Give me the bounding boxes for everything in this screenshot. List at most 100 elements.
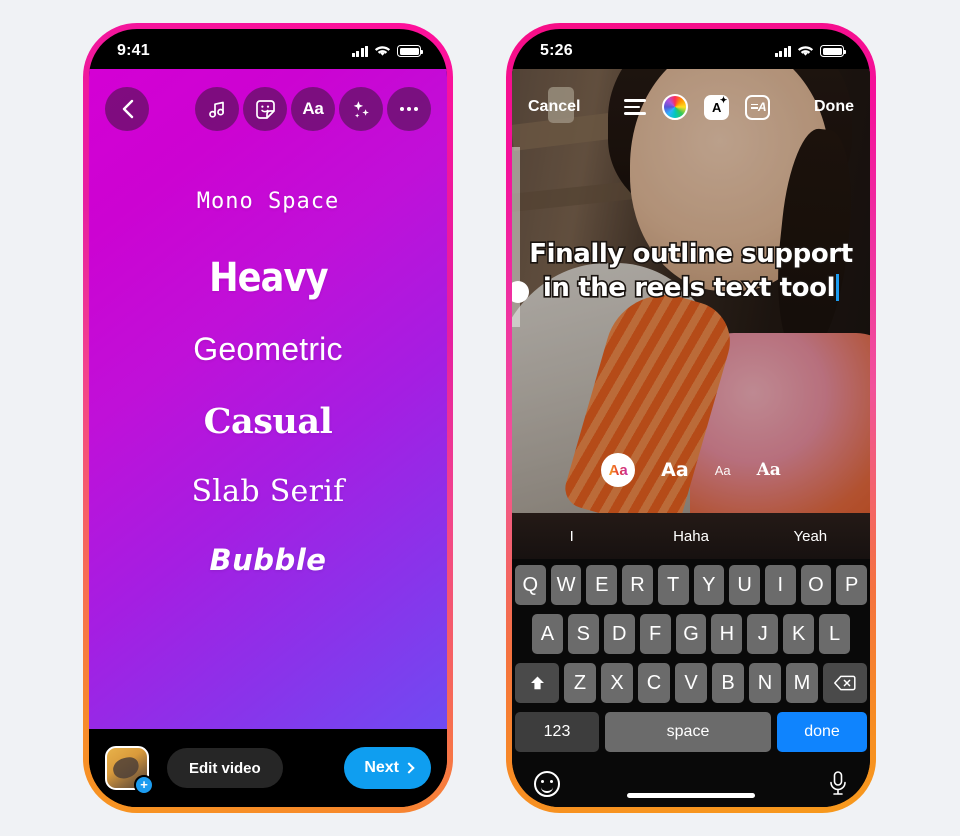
font-option-bubble[interactable]: Bubble <box>210 543 327 577</box>
right-phone-frame: 5:26 Cancel A ✦ A Done Finally outline s… <box>506 23 876 813</box>
emoji-icon[interactable] <box>534 771 560 797</box>
key-c[interactable]: C <box>638 663 670 703</box>
font-option-list: Mono Space Heavy Geometric Casual Slab S… <box>89 189 447 577</box>
key-w[interactable]: W <box>550 565 582 605</box>
keyboard-row-4: 123 space done <box>515 712 867 752</box>
text-tools-group: A ✦ A <box>624 94 771 120</box>
microphone-icon[interactable] <box>828 770 848 798</box>
next-button[interactable]: Next <box>344 747 431 789</box>
text-caret <box>836 274 840 302</box>
text-overlay-line-1: Finally outline support <box>528 237 855 270</box>
keyboard-done-key[interactable]: done <box>777 712 867 752</box>
text-button[interactable]: Aa <box>291 87 335 131</box>
signal-bars-icon <box>351 45 368 57</box>
suggestion-2[interactable]: Haha <box>631 528 750 545</box>
backspace-icon <box>834 675 856 691</box>
font-option-heavy[interactable]: Heavy <box>209 255 328 301</box>
key-z[interactable]: Z <box>564 663 596 703</box>
more-button[interactable] <box>387 87 431 131</box>
key-b[interactable]: B <box>712 663 744 703</box>
key-m[interactable]: M <box>786 663 818 703</box>
left-toolbar: Aa <box>89 87 447 131</box>
key-a[interactable]: A <box>532 614 563 654</box>
edit-video-label: Edit video <box>189 759 261 777</box>
chevron-right-icon <box>403 762 415 774</box>
music-icon <box>209 101 225 118</box>
key-n[interactable]: N <box>749 663 781 703</box>
font-option-casual[interactable]: Casual <box>204 401 333 442</box>
wifi-icon <box>374 46 391 56</box>
font-chip-3[interactable]: Aa <box>715 463 731 478</box>
key-f[interactable]: F <box>639 614 671 654</box>
text-overlay[interactable]: Finally outline support in the reels tex… <box>512 237 870 306</box>
key-h[interactable]: H <box>711 614 743 654</box>
space-key[interactable]: space <box>605 712 771 752</box>
on-screen-keyboard: I Haha Yeah Q W E R T Y U I O P A S D F … <box>512 513 870 807</box>
keyboard-rows: Q W E R T Y U I O P A S D F G H J K L Z … <box>512 559 870 752</box>
status-time: 5:26 <box>540 42 573 59</box>
numbers-key[interactable]: 123 <box>515 712 599 752</box>
key-x[interactable]: X <box>601 663 633 703</box>
wifi-icon <box>797 46 814 56</box>
done-button[interactable]: Done <box>814 98 854 116</box>
key-i[interactable]: I <box>764 565 796 605</box>
shift-icon <box>530 676 544 689</box>
add-media-badge[interactable]: + <box>134 775 154 795</box>
key-q[interactable]: Q <box>514 565 546 605</box>
key-p[interactable]: P <box>836 565 868 605</box>
font-chip-4[interactable]: Aa <box>757 460 781 480</box>
cancel-button[interactable]: Cancel <box>528 98 580 116</box>
suggestion-3[interactable]: Yeah <box>751 528 870 545</box>
battery-icon <box>397 45 424 57</box>
key-g[interactable]: G <box>675 614 707 654</box>
font-option-slab-serif[interactable]: Slab Serif <box>191 474 344 509</box>
suggestion-1[interactable]: I <box>512 528 631 545</box>
key-l[interactable]: L <box>819 614 851 654</box>
next-button-label: Next <box>364 759 399 776</box>
keyboard-row-1: Q W E R T Y U I O P <box>514 565 868 605</box>
key-e[interactable]: E <box>586 565 618 605</box>
status-indicators <box>774 45 847 57</box>
left-status-bar: 9:41 <box>89 29 447 73</box>
shift-key[interactable] <box>515 663 559 703</box>
key-j[interactable]: J <box>747 614 779 654</box>
key-o[interactable]: O <box>800 565 832 605</box>
sparkles-icon <box>353 100 369 118</box>
right-status-bar: 5:26 <box>512 29 870 73</box>
backspace-key[interactable] <box>823 663 867 703</box>
key-t[interactable]: T <box>657 565 689 605</box>
text-button-label: Aa <box>302 99 324 118</box>
key-k[interactable]: K <box>783 614 815 654</box>
back-button[interactable] <box>105 87 149 131</box>
font-option-geometric[interactable]: Geometric <box>193 331 342 368</box>
music-button[interactable] <box>195 87 239 131</box>
media-thumbnail[interactable]: + <box>105 746 154 795</box>
font-chip-selected[interactable]: Aa <box>601 453 636 487</box>
color-wheel-icon[interactable] <box>662 94 689 120</box>
key-u[interactable]: U <box>729 565 760 605</box>
left-phone-screen: 9:41 Aa Mono Space Heavy Geometric Casua… <box>89 29 447 807</box>
left-bottom-bar: + Edit video Next <box>89 729 447 807</box>
battery-icon <box>820 45 847 57</box>
text-align-icon[interactable] <box>624 99 647 115</box>
key-s[interactable]: S <box>567 614 599 654</box>
text-outline-button[interactable]: A <box>745 94 771 120</box>
sticker-button[interactable] <box>243 87 287 131</box>
key-v[interactable]: V <box>675 663 707 703</box>
text-effects-button[interactable]: A ✦ <box>704 94 730 120</box>
key-y[interactable]: Y <box>693 565 725 605</box>
key-d[interactable]: D <box>603 614 635 654</box>
text-outline-label: A <box>757 100 767 114</box>
chevron-left-icon <box>122 99 133 119</box>
text-overlay-line-2-wrap: in the reels text tool <box>512 271 870 305</box>
creative-tools-group: Aa <box>195 87 431 131</box>
sparkle-glyph: ✦ <box>719 94 728 105</box>
sticker-icon <box>255 99 275 119</box>
font-chip-2[interactable]: Aa <box>661 459 689 481</box>
edit-video-button[interactable]: Edit video <box>167 748 283 788</box>
key-r[interactable]: R <box>622 565 653 605</box>
effects-button[interactable] <box>339 87 383 131</box>
font-option-mono-space[interactable]: Mono Space <box>197 189 339 214</box>
status-indicators <box>351 45 424 57</box>
keyboard-row-2: A S D F G H J K L <box>515 614 867 654</box>
